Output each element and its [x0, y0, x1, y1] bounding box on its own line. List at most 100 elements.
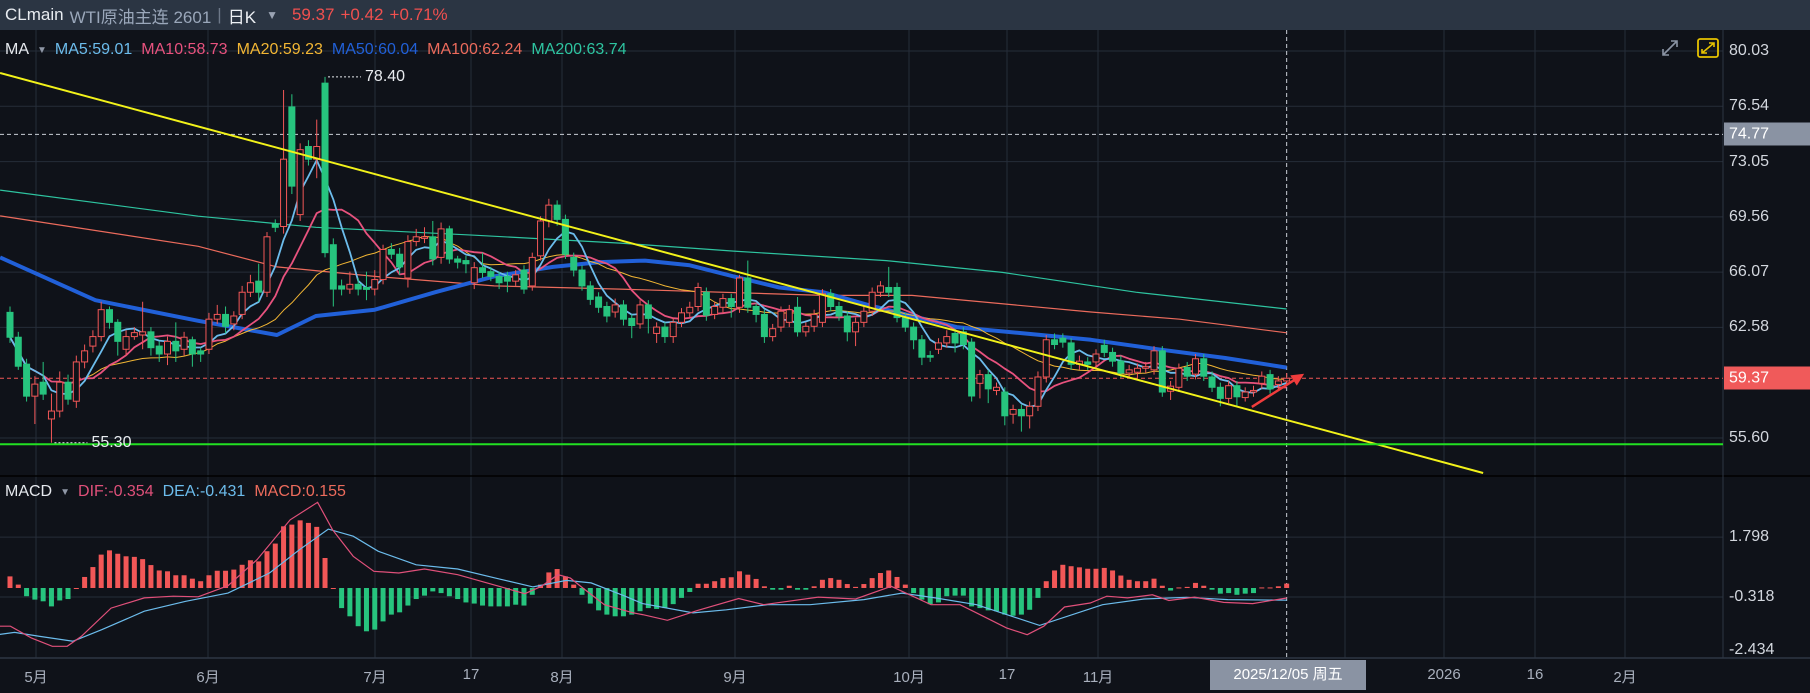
candle[interactable] — [338, 279, 346, 296]
candle[interactable] — [968, 338, 976, 402]
candle[interactable] — [976, 369, 984, 399]
candle[interactable] — [164, 336, 172, 366]
candle[interactable] — [147, 327, 155, 356]
ma-indicator-label[interactable]: MA — [5, 41, 29, 59]
candle[interactable] — [1067, 338, 1075, 370]
candle[interactable] — [412, 228, 420, 247]
candle[interactable] — [1158, 346, 1166, 397]
candle[interactable] — [785, 304, 793, 328]
candle[interactable] — [528, 252, 536, 291]
candle[interactable] — [744, 260, 752, 313]
candle[interactable] — [421, 227, 428, 244]
candle[interactable] — [445, 225, 453, 264]
candle[interactable] — [769, 323, 777, 342]
candle[interactable] — [926, 350, 934, 362]
candle[interactable] — [64, 374, 72, 405]
candle[interactable] — [636, 300, 644, 329]
candle[interactable] — [172, 322, 180, 362]
candle[interactable] — [760, 309, 768, 343]
candle[interactable] — [586, 281, 594, 305]
candle[interactable] — [1084, 357, 1092, 370]
candle[interactable] — [686, 301, 694, 318]
candle[interactable] — [1266, 369, 1274, 394]
candle[interactable] — [1233, 380, 1241, 407]
candle[interactable] — [1167, 380, 1175, 400]
candle[interactable] — [23, 358, 31, 402]
candle[interactable] — [868, 287, 876, 317]
candle[interactable] — [122, 330, 130, 356]
candle[interactable] — [1200, 354, 1208, 381]
candle[interactable] — [860, 306, 868, 328]
candle[interactable] — [727, 293, 735, 318]
candle[interactable] — [6, 306, 14, 343]
candle[interactable] — [1258, 371, 1266, 389]
candle[interactable] — [271, 219, 279, 233]
candle[interactable] — [653, 322, 661, 343]
candle[interactable] — [628, 314, 636, 339]
candle[interactable] — [545, 198, 553, 228]
candle[interactable] — [105, 306, 113, 329]
candle[interactable] — [561, 214, 569, 259]
candle[interactable] — [329, 238, 337, 307]
macd-indicator-label[interactable]: MACD — [5, 483, 52, 501]
candle[interactable] — [81, 344, 89, 369]
candle[interactable] — [1150, 346, 1158, 375]
candle[interactable] — [280, 89, 288, 234]
candle[interactable] — [263, 232, 271, 297]
candle[interactable] — [578, 265, 586, 291]
candle[interactable] — [1241, 387, 1249, 402]
candle[interactable] — [1175, 363, 1183, 393]
candle[interactable] — [47, 393, 55, 443]
candle[interactable] — [429, 220, 437, 266]
candle[interactable] — [943, 330, 951, 348]
candle[interactable] — [1017, 404, 1025, 432]
candle[interactable] — [205, 312, 213, 355]
candle[interactable] — [694, 282, 702, 312]
candle[interactable] — [1042, 335, 1050, 383]
candle[interactable] — [736, 274, 744, 313]
candle[interactable] — [97, 301, 105, 342]
candle[interactable] — [114, 319, 122, 356]
candle[interactable] — [155, 341, 163, 362]
candle[interactable] — [379, 244, 387, 285]
candle[interactable] — [910, 322, 918, 350]
candle[interactable] — [719, 293, 727, 313]
candle[interactable] — [993, 382, 1001, 396]
candle[interactable] — [520, 265, 528, 294]
candle[interactable] — [437, 222, 445, 264]
candlestick-chart[interactable] — [0, 0, 1810, 693]
candle[interactable] — [462, 255, 470, 274]
fullscreen-icon[interactable] — [1697, 38, 1719, 58]
candle[interactable] — [619, 300, 627, 326]
candle[interactable] — [603, 301, 611, 323]
candle[interactable] — [72, 355, 80, 408]
candle[interactable] — [89, 330, 97, 353]
macd-dropdown-icon[interactable]: ▼ — [60, 487, 70, 498]
candle[interactable] — [454, 255, 462, 269]
candle[interactable] — [852, 317, 860, 347]
candle[interactable] — [885, 266, 893, 297]
candle[interactable] — [180, 331, 188, 356]
candle[interactable] — [934, 338, 942, 355]
candle[interactable] — [313, 119, 321, 179]
candle[interactable] — [197, 347, 205, 362]
candle[interactable] — [288, 94, 296, 195]
candle[interactable] — [222, 306, 230, 334]
candle[interactable] — [595, 292, 603, 313]
candle[interactable] — [346, 271, 354, 294]
candle[interactable] — [213, 304, 221, 324]
candle[interactable] — [537, 216, 545, 261]
candle[interactable] — [321, 76, 329, 258]
candle[interactable] — [246, 274, 254, 297]
candle[interactable] — [752, 303, 760, 323]
candle[interactable] — [1109, 347, 1117, 367]
candle[interactable] — [1034, 371, 1042, 412]
candle[interactable] — [31, 376, 39, 425]
ma-dropdown-icon[interactable]: ▼ — [37, 45, 47, 56]
candle[interactable] — [802, 322, 810, 337]
candle[interactable] — [371, 270, 379, 296]
candle[interactable] — [644, 300, 652, 334]
candle[interactable] — [354, 277, 362, 296]
candle[interactable] — [794, 296, 802, 337]
candle[interactable] — [1125, 365, 1133, 378]
